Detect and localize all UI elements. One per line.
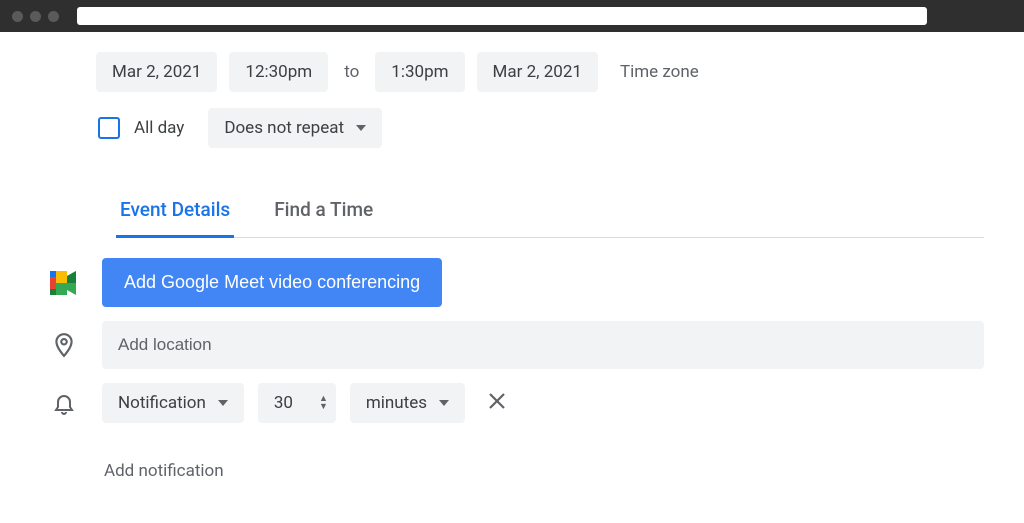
window-traffic-lights [12,11,59,22]
stepper-arrows-icon: ▲▼ [319,395,328,411]
add-notification-row: Add notification [40,437,1004,487]
browser-titlebar [0,0,1024,32]
notification-value: 30 [274,393,293,413]
allday-label: All day [130,118,188,138]
add-google-meet-button[interactable]: Add Google Meet video conferencing [102,258,442,307]
datetime-row: Mar 2, 2021 12:30pm to 1:30pm Mar 2, 202… [96,52,1004,92]
chevron-down-icon [356,125,366,131]
window-dot[interactable] [30,11,41,22]
end-date-picker[interactable]: Mar 2, 2021 [477,52,598,92]
allday-checkbox[interactable] [98,117,120,139]
remove-notification-button[interactable] [479,385,515,421]
url-bar[interactable] [77,7,927,25]
timezone-link[interactable]: Time zone [620,62,699,82]
notification-row: Notification 30 ▲▼ minutes [40,383,1004,423]
chevron-down-icon [439,400,449,406]
notification-unit-value: minutes [366,393,427,413]
start-date-picker[interactable]: Mar 2, 2021 [96,52,217,92]
google-meet-icon [50,271,78,295]
tab-event-details[interactable]: Event Details [116,188,234,238]
location-row [40,321,1004,369]
window-dot[interactable] [48,11,59,22]
location-input[interactable] [102,321,984,369]
window-dot[interactable] [12,11,23,22]
notification-type-value: Notification [118,393,206,413]
recurrence-dropdown[interactable]: Does not repeat [208,108,382,148]
add-notification-button[interactable]: Add notification [102,455,226,487]
chevron-down-icon [218,400,228,406]
location-pin-icon [51,332,77,358]
allday-recurrence-row: All day Does not repeat [96,108,1004,148]
meet-row: Add Google Meet video conferencing [40,258,1004,307]
notification-unit-dropdown[interactable]: minutes [350,383,465,423]
start-time-picker[interactable]: 12:30pm [229,52,328,92]
end-time-picker[interactable]: 1:30pm [375,52,464,92]
recurrence-value: Does not repeat [224,118,344,138]
notification-value-stepper[interactable]: 30 ▲▼ [258,383,336,423]
notification-type-dropdown[interactable]: Notification [102,383,244,423]
tab-find-a-time[interactable]: Find a Time [270,188,377,238]
close-icon [487,391,507,411]
bell-icon [52,391,76,415]
to-label: to [340,62,363,82]
tabs: Event Details Find a Time [116,188,984,238]
